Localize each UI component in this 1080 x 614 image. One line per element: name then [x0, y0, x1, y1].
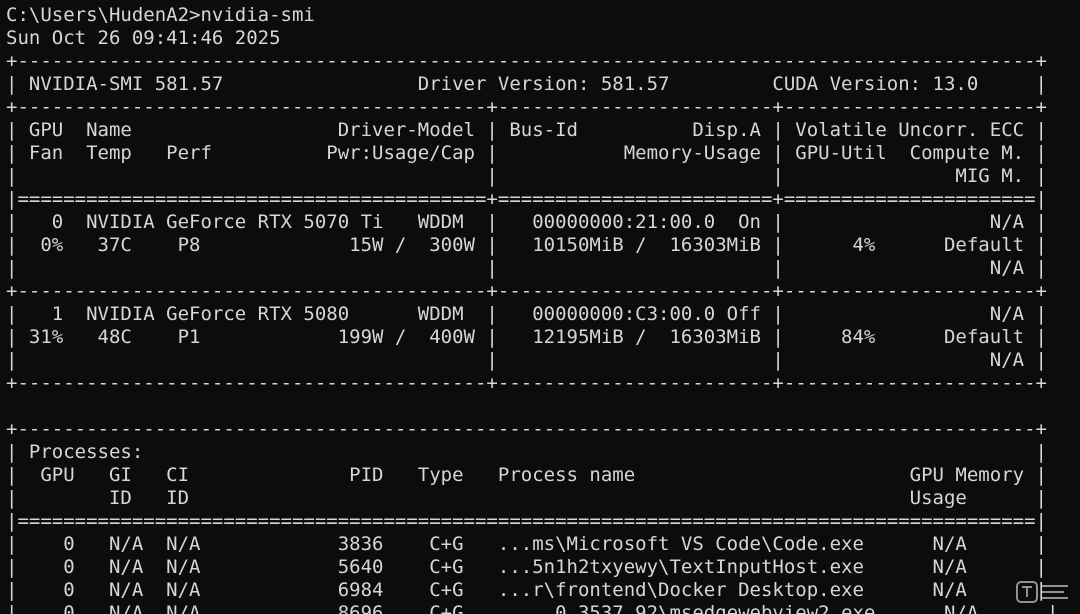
terminal-line: |=======================================…	[6, 188, 1047, 210]
terminal-window[interactable]: C:\Users\HudenA2>nvidia-smi Sun Oct 26 0…	[0, 0, 1080, 614]
terminal-line: | 1 NVIDIA GeForce RTX 5080 WDDM | 00000…	[6, 303, 1047, 325]
terminal-line: | 31% 48C P1 199W / 400W | 12195MiB / 16…	[6, 326, 1047, 348]
terminal-line: +---------------------------------------…	[6, 372, 1047, 394]
terminal-line: +---------------------------------------…	[6, 96, 1047, 118]
terminal-line: | | | N/A |	[6, 257, 1047, 279]
terminal-line: | GPU GI CI PID Type Process name GPU Me…	[6, 464, 1047, 486]
terminal-line: +---------------------------------------…	[6, 418, 1047, 440]
terminal-line: | NVIDIA-SMI 581.57 Driver Version: 581.…	[6, 73, 1047, 95]
terminal-line: | 0 NVIDIA GeForce RTX 5070 Ti WDDM | 00…	[6, 211, 1047, 233]
terminal-line: | 0 N/A N/A 5640 C+G ...5n1h2txyewy\Text…	[6, 556, 1047, 578]
terminal-line: | 0 N/A N/A 3836 C+G ...ms\Microsoft VS …	[6, 533, 1047, 555]
terminal-line: Sun Oct 26 09:41:46 2025	[6, 27, 281, 49]
watermark-logo-icon	[1016, 581, 1068, 603]
terminal-line: | Processes: |	[6, 441, 1047, 463]
terminal-line: | | | N/A |	[6, 349, 1047, 371]
terminal-line: |=======================================…	[6, 510, 1047, 532]
terminal-line: | 0 N/A N/A 8696 C+G .....0.3537.92\msed…	[6, 602, 1059, 614]
terminal-line: | 0% 37C P8 15W / 300W | 10150MiB / 1630…	[6, 234, 1047, 256]
terminal-line: +---------------------------------------…	[6, 50, 1047, 72]
terminal-line: C:\Users\HudenA2>nvidia-smi	[6, 4, 315, 26]
terminal-line: | 0 N/A N/A 6984 C+G ...r\frontend\Docke…	[6, 579, 1047, 601]
terminal-line: | ID ID Usage |	[6, 487, 1047, 509]
terminal-line: +---------------------------------------…	[6, 280, 1047, 302]
terminal-line: | | | MIG M. |	[6, 165, 1047, 187]
terminal-line: | GPU Name Driver-Model | Bus-Id Disp.A …	[6, 119, 1047, 141]
terminal-line: | Fan Temp Perf Pwr:Usage/Cap | Memory-U…	[6, 142, 1047, 164]
